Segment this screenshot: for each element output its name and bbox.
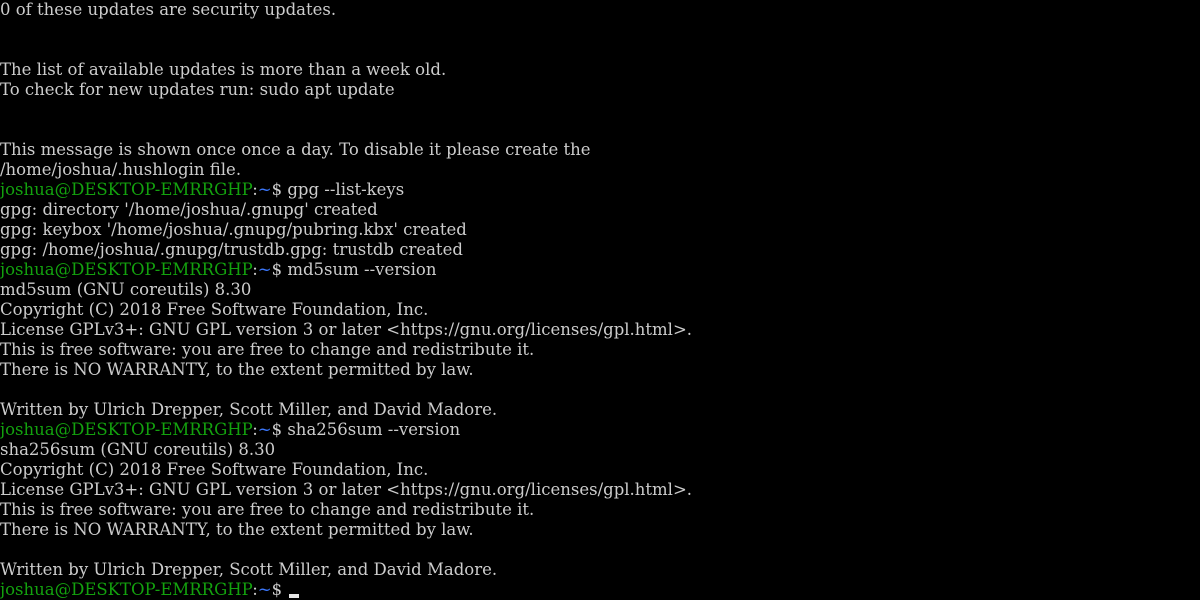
command-text: gpg --list-keys [287, 180, 405, 199]
output-line: License GPLv3+: GNU GPL version 3 or lat… [0, 480, 693, 499]
command-text: sha256sum --version [287, 420, 461, 439]
output-line: /home/joshua/.hushlogin file. [0, 160, 242, 179]
output-line: This message is shown once once a day. T… [0, 140, 591, 159]
prompt-sign: $ [271, 260, 288, 279]
prompt-line: joshua@DESKTOP-EMRRGHP:~$ sha256sum --ve… [0, 420, 1200, 440]
prompt-sign: $ [271, 180, 288, 199]
prompt-line: joshua@DESKTOP-EMRRGHP:~$ md5sum --versi… [0, 260, 1200, 280]
active-prompt-line[interactable]: joshua@DESKTOP-EMRRGHP:~$ [0, 580, 1200, 600]
command-text: md5sum --version [287, 260, 437, 279]
prompt-path: ~ [257, 580, 272, 599]
text-cursor [289, 594, 300, 598]
prompt-line: joshua@DESKTOP-EMRRGHP:~$ gpg --list-key… [0, 180, 1200, 200]
output-line: To check for new updates run: sudo apt u… [0, 80, 395, 99]
output-line: sha256sum (GNU coreutils) 8.30 [0, 440, 276, 459]
prompt-user-host: joshua@DESKTOP-EMRRGHP [0, 180, 253, 199]
output-line: Copyright (C) 2018 Free Software Foundat… [0, 460, 429, 479]
prompt-user-host: joshua@DESKTOP-EMRRGHP [0, 420, 253, 439]
output-line: There is NO WARRANTY, to the extent perm… [0, 360, 474, 379]
output-line: This is free software: you are free to c… [0, 500, 535, 519]
output-line: This is free software: you are free to c… [0, 340, 535, 359]
prompt-path: ~ [257, 180, 272, 199]
output-line: The list of available updates is more th… [0, 60, 447, 79]
output-line: gpg: /home/joshua/.gnupg/trustdb.gpg: tr… [0, 240, 463, 259]
output-line: gpg: keybox '/home/joshua/.gnupg/pubring… [0, 220, 467, 239]
output-line: Written by Ulrich Drepper, Scott Miller,… [0, 400, 498, 419]
output-line: gpg: directory '/home/joshua/.gnupg' cre… [0, 200, 378, 219]
output-line: License GPLv3+: GNU GPL version 3 or lat… [0, 320, 693, 339]
output-line: Copyright (C) 2018 Free Software Foundat… [0, 300, 429, 319]
prompt-user-host: joshua@DESKTOP-EMRRGHP [0, 260, 253, 279]
terminal-window[interactable]: 0 of these updates are security updates.… [0, 0, 1200, 600]
prompt-path: ~ [257, 260, 272, 279]
prompt-sign: $ [271, 420, 288, 439]
prompt-sign: $ [271, 580, 288, 599]
output-line: There is NO WARRANTY, to the extent perm… [0, 520, 474, 539]
output-line: Written by Ulrich Drepper, Scott Miller,… [0, 560, 498, 579]
output-line: 0 of these updates are security updates. [0, 0, 337, 19]
prompt-path: ~ [257, 420, 272, 439]
terminal-output[interactable]: 0 of these updates are security updates.… [0, 0, 1200, 600]
prompt-user-host: joshua@DESKTOP-EMRRGHP [0, 580, 253, 599]
output-line: md5sum (GNU coreutils) 8.30 [0, 280, 252, 299]
